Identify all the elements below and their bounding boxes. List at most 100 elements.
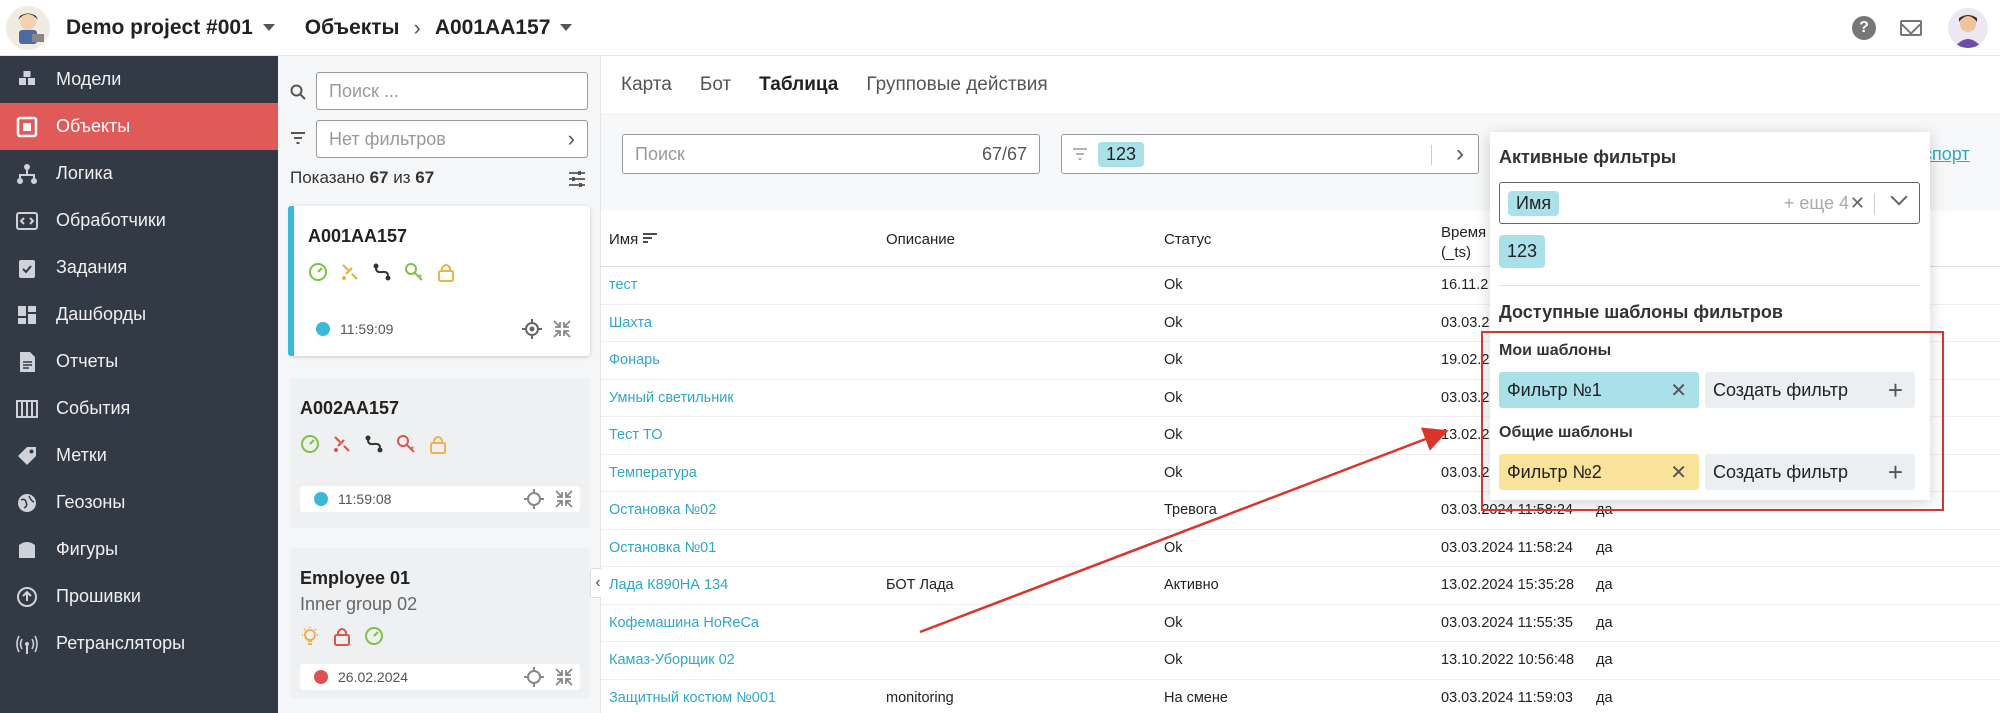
tab-table[interactable]: Таблица [759, 74, 838, 96]
gauge-icon [300, 434, 320, 454]
active-filters-title: Активные фильтры [1499, 147, 1677, 167]
sidebar-item-shapes[interactable]: Фигуры [0, 526, 278, 573]
key-icon [396, 434, 416, 454]
sidebar-item-tags[interactable]: Метки [0, 432, 278, 479]
table-row[interactable]: Кофемашина HoReCa Ok 03.03.2024 11:55:35 да [601, 605, 2000, 642]
sidebar-item-label: Прошивки [56, 586, 141, 606]
antenna-icon [16, 633, 38, 655]
object-icon [16, 116, 38, 138]
satellite-icon [340, 262, 360, 282]
breadcrumb-objects[interactable]: Объекты [305, 16, 400, 40]
mail-icon[interactable] [1900, 20, 1922, 36]
app-logo[interactable] [6, 5, 50, 50]
object-card[interactable]: A002AA157 11:59:08 [290, 378, 590, 528]
row-name-link[interactable]: Камаз-Уборщик 02 [609, 652, 735, 668]
table-filter-input[interactable]: 123 › [1061, 134, 1479, 174]
filter-chip[interactable]: 123 [1499, 235, 1546, 268]
sidebar-item-label: Обработчики [56, 210, 166, 230]
row-status: Ok [1164, 464, 1183, 481]
route-icon [364, 434, 384, 454]
row-name-link[interactable]: Температура [609, 465, 697, 481]
row-name-link[interactable]: Шахта [609, 315, 652, 331]
last-update: 11:59:08 [338, 491, 392, 507]
sidebar-item-dashboards[interactable]: Дашборды [0, 291, 278, 338]
objects-search-input[interactable]: Поиск ... [316, 72, 588, 110]
column-status[interactable]: Статус [1164, 231, 1211, 248]
tag-icon [16, 445, 38, 467]
object-card[interactable]: Employee 01 Inner group 02 26.02.2024 [290, 548, 590, 698]
table-row[interactable]: Защитный костюм №001 monitoring На смене 03… [601, 680, 2000, 713]
chevron-down-icon[interactable] [1890, 188, 1908, 206]
row-name-link[interactable]: Остановка №02 [609, 502, 716, 518]
collapse-icon[interactable] [554, 489, 574, 509]
column-description[interactable]: Описание [886, 231, 955, 248]
column-time[interactable]: Время (_ts) [1441, 223, 1486, 263]
key-icon [404, 262, 424, 282]
objects-filter-input[interactable]: Нет фильтров › [316, 120, 588, 158]
collapse-icon[interactable] [552, 319, 572, 339]
chevron-right-icon: › [567, 126, 575, 151]
sidebar-item-label: Геозоны [56, 492, 126, 512]
row-name-link[interactable]: Тест ТО [609, 427, 663, 443]
avatar[interactable] [1948, 8, 1988, 48]
sidebar-item-relays[interactable]: Ретрансляторы [0, 620, 278, 667]
row-name-link[interactable]: Умный светильник [609, 390, 734, 406]
table-row[interactable]: Лада К890НА 134 БОТ Лада Активно 13.02.2024… [601, 567, 2000, 605]
sidebar-item-events[interactable]: События [0, 385, 278, 432]
breadcrumb-current[interactable]: A001AA157 [435, 16, 551, 40]
sidebar-item-handlers[interactable]: Обработчики [0, 197, 278, 244]
row-name-link[interactable]: Фонарь [609, 352, 660, 368]
filter-chip[interactable]: Имя [1508, 190, 1560, 216]
sidebar-item-tasks[interactable]: Задания [0, 244, 278, 291]
locate-icon[interactable] [522, 319, 542, 339]
table-row[interactable]: Остановка №01 Ok 03.03.2024 11:58:24 да [601, 530, 2000, 567]
table-search-input[interactable]: Поиск 67/67 [622, 134, 1040, 174]
sort-icon[interactable] [642, 232, 658, 244]
table-row[interactable]: Камаз-Уборщик 02 Ok 13.10.2022 10:56:48 да [601, 642, 2000, 680]
row-name-link[interactable]: Защитный костюм №001 [609, 690, 776, 706]
tab-group-actions[interactable]: Групповые действия [866, 74, 1047, 96]
status-dot [316, 322, 330, 336]
tab-bar: Карта Бот Таблица Групповые действия [621, 74, 1048, 96]
chevron-down-icon[interactable] [560, 24, 573, 31]
tune-icon[interactable] [568, 170, 586, 188]
row-name-link[interactable]: Лада К890НА 134 [609, 577, 728, 593]
filter-chip[interactable]: 123 [1098, 141, 1145, 167]
clear-icon[interactable]: ✕ [1850, 193, 1865, 214]
column-name[interactable]: Имя [609, 231, 658, 248]
row-status: Ok [1164, 614, 1183, 631]
row-status: На смене [1164, 689, 1228, 706]
row-name-link[interactable]: Остановка №01 [609, 540, 716, 556]
row-flag: да [1596, 689, 1613, 706]
sidebar-item-geozones[interactable]: Геозоны [0, 479, 278, 526]
row-name-link[interactable]: Кофемашина HoReCa [609, 615, 759, 631]
sidebar-item-models[interactable]: Модели [0, 56, 278, 103]
sidebar-item-label: Фигуры [56, 539, 119, 559]
row-description: БОТ Лада [886, 577, 954, 593]
sidebar-item-label: Задания [56, 257, 128, 277]
dashboard-icon [16, 304, 38, 326]
last-update: 11:59:09 [340, 321, 394, 337]
locate-icon[interactable] [524, 667, 544, 687]
collapse-icon[interactable] [554, 667, 574, 687]
row-name-link[interactable]: тест [609, 277, 637, 293]
tab-map[interactable]: Карта [621, 74, 672, 96]
help-icon[interactable]: ? [1852, 16, 1876, 40]
active-filters-select[interactable]: Имя + еще 4 ✕ [1499, 182, 1920, 224]
locate-icon[interactable] [524, 489, 544, 509]
status-dot [314, 492, 328, 506]
sidebar-item-firmware[interactable]: Прошивки [0, 573, 278, 620]
sidebar-item-reports[interactable]: Отчеты [0, 338, 278, 385]
row-status: Ok [1164, 652, 1183, 668]
geozone-icon [16, 492, 38, 514]
object-card[interactable]: A001AA157 11:59:09 [288, 206, 590, 356]
row-time: 03.03.2024 11:58:24 [1441, 539, 1573, 556]
logic-icon [16, 163, 38, 185]
chevron-right-icon[interactable]: › [1456, 140, 1464, 168]
filter-icon [1073, 148, 1087, 160]
sidebar-item-logic[interactable]: Логика [0, 150, 278, 197]
sidebar-item-objects[interactable]: Объекты [0, 103, 278, 150]
more-filters[interactable]: + еще 4 [1784, 193, 1849, 214]
tab-bot[interactable]: Бот [700, 74, 731, 96]
project-selector[interactable]: Demo project #001 [66, 16, 275, 40]
